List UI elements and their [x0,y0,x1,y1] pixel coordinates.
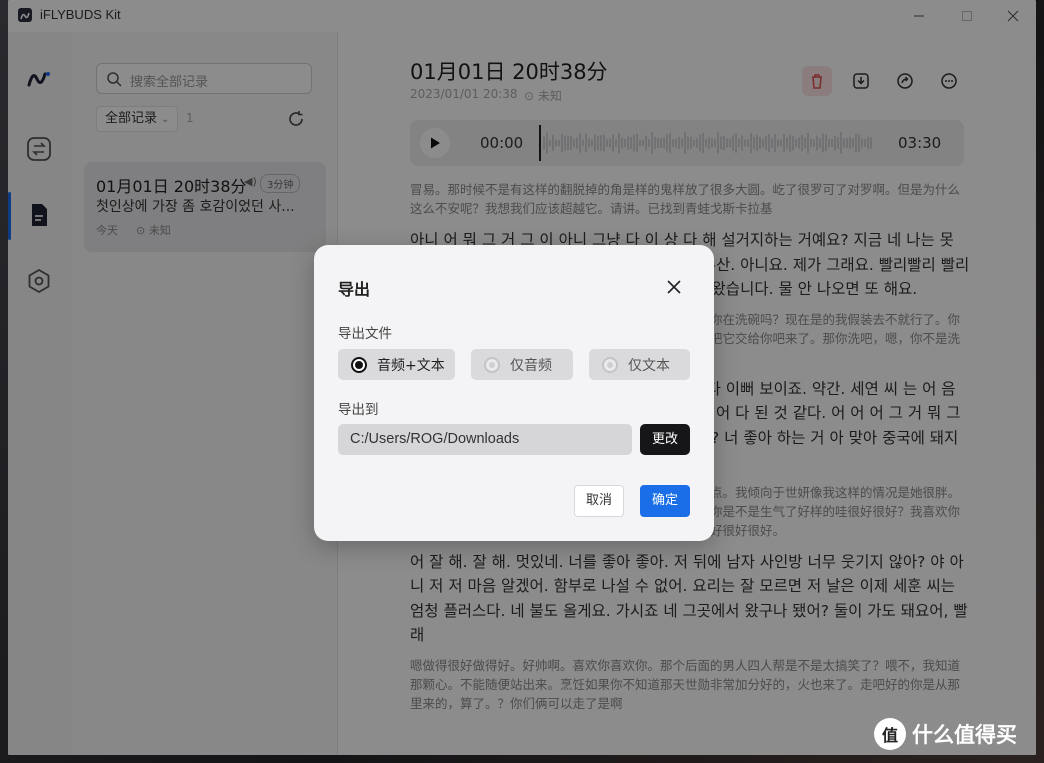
watermark: 值 什么值得买 [874,718,1017,750]
radio-disabled-icon [484,356,500,373]
export-path-field[interactable]: C:/Users/ROG/Downloads [338,424,632,455]
desktop-background: iFLYBUDS Kit 搜索全部记录 全部记录 ⌄ 1 01月01日 20时3… [0,0,1044,763]
confirm-button[interactable]: 确定 [640,485,690,517]
option-label: 仅音频 [510,357,552,374]
watermark-text: 什么值得买 [912,723,1017,747]
watermark-logo: 值 [874,718,906,750]
option-text-only[interactable]: 仅文本 [589,349,690,380]
radio-disabled-icon [602,356,618,373]
close-icon [667,280,681,294]
change-path-button[interactable]: 更改 [640,424,690,455]
option-audio-only[interactable]: 仅音频 [471,349,573,380]
dialog-title: 导出 [338,280,371,299]
export-dest-label: 导出到 [338,402,379,418]
export-dialog: 导出 导出文件 音频+文本 仅音频 仅文本 导出到 C:/Users/ROG/D… [314,245,714,541]
export-file-label: 导出文件 [338,326,392,342]
option-label: 音频+文本 [377,357,445,374]
dialog-close-button[interactable] [662,275,686,299]
option-audio-text[interactable]: 音频+文本 [338,349,455,380]
option-label: 仅文本 [628,357,670,374]
radio-selected-icon [351,356,367,373]
cancel-button[interactable]: 取消 [574,485,624,517]
